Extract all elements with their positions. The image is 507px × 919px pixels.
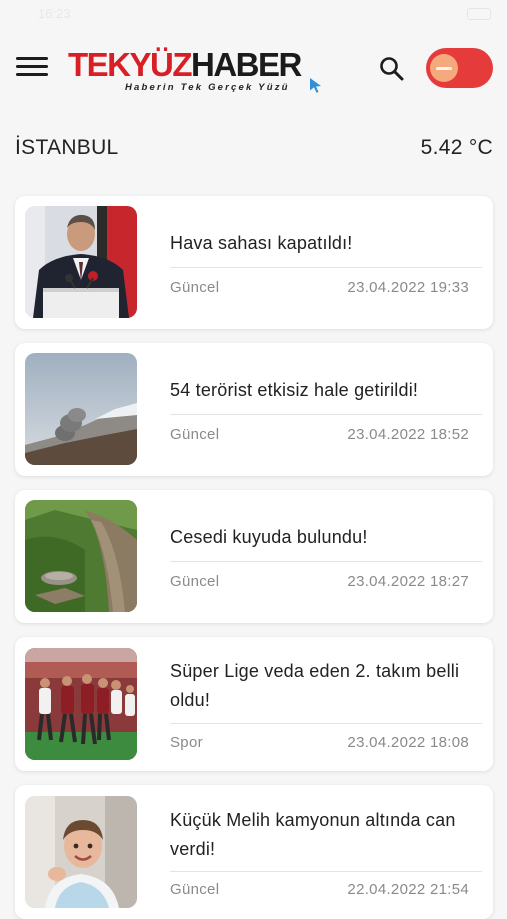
news-thumbnail xyxy=(25,796,137,908)
smiling-child-photo xyxy=(25,796,137,908)
logo-red-part: TEKYÜZ xyxy=(68,46,193,83)
mountain-smoke-photo xyxy=(25,353,137,465)
news-title: Küçük Melih kamyonun altında can verdi! xyxy=(170,810,456,859)
news-divider xyxy=(170,871,482,872)
politician-at-podium-photo xyxy=(25,206,137,318)
news-card[interactable]: 54 terörist etkisiz hale getirildi! Günc… xyxy=(15,343,493,476)
news-divider xyxy=(170,414,482,415)
news-title: Hava sahası kapatıldı! xyxy=(170,233,353,253)
theme-toggle-switch[interactable] xyxy=(426,48,493,88)
news-category: Güncel xyxy=(170,573,220,590)
news-date: 23.04.2022 18:52 xyxy=(347,426,469,443)
news-thumbnail xyxy=(25,206,137,318)
news-title: Süper Lige veda eden 2. takım belli oldu… xyxy=(170,661,460,710)
news-divider xyxy=(170,723,482,724)
news-title: Cesedi kuyuda bulundu! xyxy=(170,527,368,547)
hamburger-menu-icon[interactable] xyxy=(16,54,48,80)
news-date: 23.04.2022 18:27 xyxy=(347,573,469,590)
news-date: 22.04.2022 21:54 xyxy=(347,881,469,898)
news-card[interactable]: Cesedi kuyuda bulundu! Güncel 23.04.2022… xyxy=(15,490,493,623)
app-logo[interactable]: TEKYÜZHABER Haberin Tek Gerçek Yüzü xyxy=(68,47,328,95)
app-header: TEKYÜZHABER Haberin Tek Gerçek Yüzü xyxy=(0,40,507,100)
search-icon[interactable] xyxy=(378,55,406,83)
weather-temperature: 5.42 °C xyxy=(420,136,493,159)
news-date: 23.04.2022 18:08 xyxy=(347,734,469,751)
cursor-icon xyxy=(310,78,321,93)
news-category: Güncel xyxy=(170,279,220,296)
news-category: Güncel xyxy=(170,881,220,898)
grassy-hillside-well-photo xyxy=(25,500,137,612)
news-category: Güncel xyxy=(170,426,220,443)
weather-city: İSTANBUL xyxy=(15,136,119,159)
news-title: 54 terörist etkisiz hale getirildi! xyxy=(170,380,419,400)
status-time: 16:23 xyxy=(38,6,71,21)
news-thumbnail xyxy=(25,648,137,760)
news-card[interactable]: Hava sahası kapatıldı! Güncel 23.04.2022… xyxy=(15,196,493,329)
football-match-photo xyxy=(25,648,137,760)
news-card[interactable]: Süper Lige veda eden 2. takım belli oldu… xyxy=(15,637,493,771)
news-divider xyxy=(170,561,482,562)
news-date: 23.04.2022 19:33 xyxy=(347,279,469,296)
logo-wordmark: TEKYÜZHABER xyxy=(68,46,302,83)
news-thumbnail xyxy=(25,353,137,465)
battery-icon xyxy=(467,8,491,20)
logo-tagline: Haberin Tek Gerçek Yüzü xyxy=(125,82,290,93)
news-card[interactable]: Küçük Melih kamyonun altında can verdi! … xyxy=(15,785,493,919)
logo-dark-part: HABER xyxy=(191,46,302,83)
news-thumbnail xyxy=(25,500,137,612)
news-category: Spor xyxy=(170,734,203,751)
toggle-knob xyxy=(430,54,458,82)
news-divider xyxy=(170,267,482,268)
status-bar: 16:23 xyxy=(0,0,507,26)
